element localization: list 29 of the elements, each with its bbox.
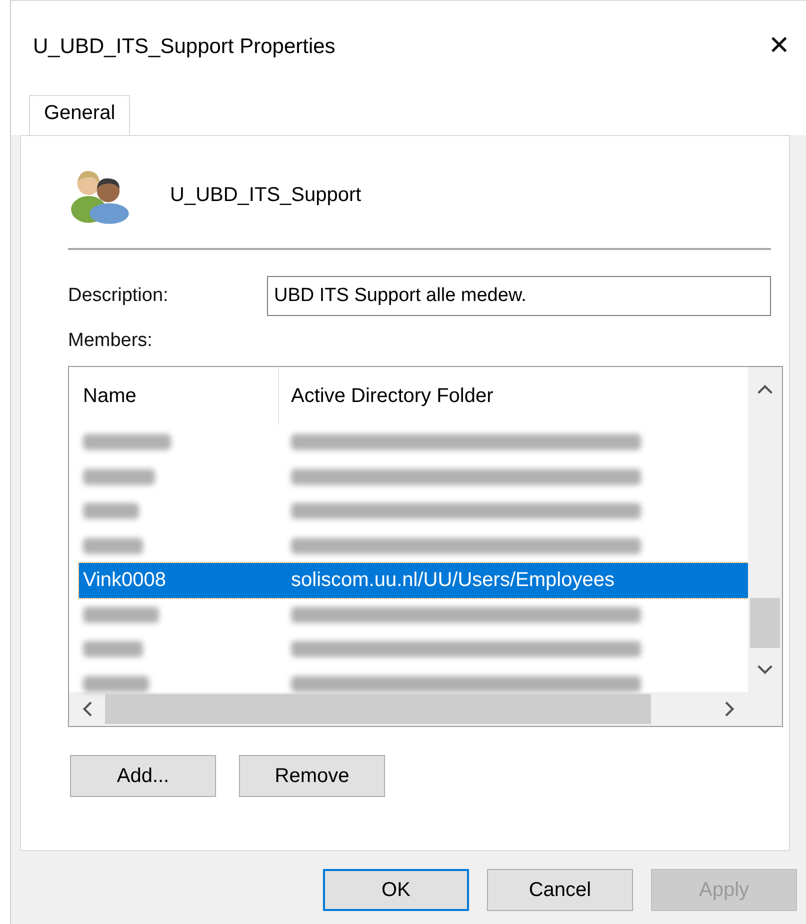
scroll-thumb[interactable] xyxy=(105,694,652,724)
description-field[interactable]: UBD ITS Support alle medew. xyxy=(267,276,771,316)
member-row[interactable]: Vink0008 soliscom.uu.nl/UU/Users/Employees xyxy=(79,563,748,598)
horizontal-scrollbar[interactable] xyxy=(69,692,782,726)
column-header[interactable]: Name xyxy=(79,367,279,425)
blurred-name xyxy=(83,676,149,692)
member-button[interactable]: Add... xyxy=(70,755,216,797)
description-label: Description: xyxy=(68,285,168,307)
scroll-right-icon[interactable] xyxy=(724,701,736,717)
member-name: Vink0008 xyxy=(82,568,168,592)
member-folder: soliscom.uu.nl/UU/Users/Employees xyxy=(290,568,614,592)
blurred-name xyxy=(83,538,143,554)
blurred-name xyxy=(83,503,139,520)
scroll-left-icon[interactable] xyxy=(81,701,93,717)
member-button[interactable]: Remove xyxy=(239,755,385,797)
close-button[interactable]: ✕ xyxy=(762,29,796,63)
window-title: U_UBD_ITS_Support Properties xyxy=(33,35,336,59)
scroll-down-icon[interactable] xyxy=(757,664,773,676)
blurred-name xyxy=(83,641,143,658)
dialog-button[interactable]: OK xyxy=(323,869,469,911)
members-label: Members: xyxy=(68,330,154,352)
scroll-thumb[interactable] xyxy=(750,598,780,648)
column-header[interactable]: Active Directory Folder xyxy=(279,367,494,425)
blurred-name xyxy=(83,468,155,485)
vertical-scrollbar[interactable] xyxy=(748,367,782,692)
dialog-button[interactable]: Cancel xyxy=(487,869,633,911)
tab[interactable]: General xyxy=(29,95,130,135)
scroll-up-icon[interactable] xyxy=(757,383,773,395)
group-name: U_UBD_ITS_Support xyxy=(170,184,362,206)
